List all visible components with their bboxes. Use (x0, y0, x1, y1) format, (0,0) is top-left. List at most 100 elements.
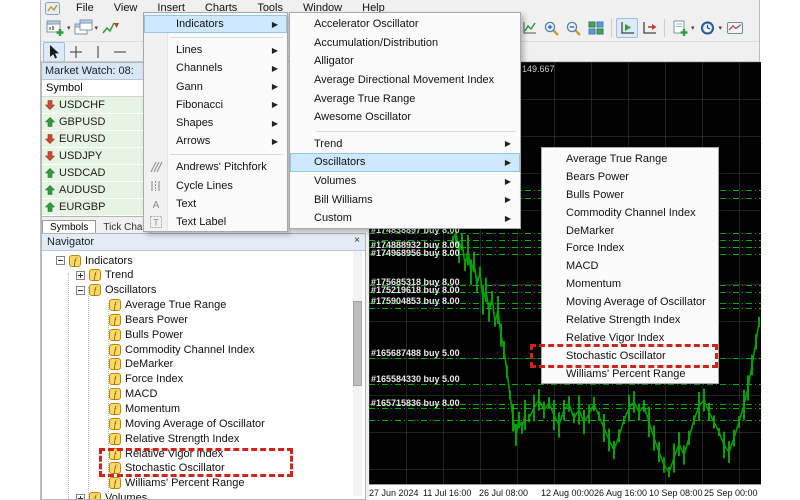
navigator-title-label: Navigator (47, 236, 94, 248)
menu-item-label: Bears Power (566, 171, 629, 183)
tree-item-williams-percent-range[interactable]: fWilliams' Percent Range (96, 476, 244, 491)
templates-button[interactable] (724, 18, 746, 38)
symbol-label: EURUSD (59, 133, 105, 145)
menu-item-fibonacci[interactable]: Fibonacci▶ (144, 96, 287, 114)
tree-item-oscillators[interactable]: fOscillators (76, 283, 156, 298)
menu-item-bears-power[interactable]: Bears Power (542, 168, 718, 186)
menu-item-moving-average-of-oscillator[interactable]: Moving Average of Oscillator (542, 293, 718, 311)
tree-item-trend[interactable]: fTrend (76, 268, 133, 283)
f-icon: f (109, 388, 121, 400)
symbol-row-audusd[interactable]: AUDUSD (42, 182, 150, 199)
symbol-row-eurgbp[interactable]: EURGBP (42, 199, 150, 216)
tree-item-force-index[interactable]: fForce Index (96, 372, 183, 387)
zoom-out-button[interactable] (563, 18, 585, 38)
menu-item-average-true-range[interactable]: Average True Range (290, 89, 520, 108)
tile-windows-button[interactable] (585, 18, 607, 38)
menu-item-custom[interactable]: Custom▶ (290, 209, 520, 228)
menu-item-macd[interactable]: MACD (542, 257, 718, 275)
menu-item-accumulation-distribution[interactable]: Accumulation/Distribution (290, 34, 520, 53)
menu-item-awesome-oscillator[interactable]: Awesome Oscillator (290, 108, 520, 127)
menu-item-average-true-range[interactable]: Average True Range (542, 150, 718, 168)
zoom-in-button[interactable] (541, 18, 563, 38)
menu-item-lines[interactable]: Lines▶ (144, 41, 287, 59)
menu-item-demarker[interactable]: DeMarker (542, 222, 718, 240)
dropdown-caret-icon[interactable]: ▾ (95, 24, 99, 32)
tree-item-macd[interactable]: fMACD (96, 387, 157, 402)
scrollbar-thumb[interactable] (353, 301, 362, 386)
dropdown-caret-icon[interactable]: ▾ (67, 24, 71, 32)
menubar-item-view[interactable]: View (104, 1, 148, 15)
tick-chart-button[interactable] (100, 18, 122, 38)
symbol-row-eurusd[interactable]: EURUSD (42, 131, 150, 148)
menu-item-volumes[interactable]: Volumes▶ (290, 172, 520, 191)
tab-symbols[interactable]: Symbols (42, 220, 96, 234)
menu-item-commodity-channel-index[interactable]: Commodity Channel Index (542, 204, 718, 222)
tree-item-relative-strength-index[interactable]: fRelative Strength Index (96, 431, 239, 446)
menu-item-arrows[interactable]: Arrows▶ (144, 132, 287, 150)
tree-item-moving-average-of-oscillator[interactable]: fMoving Average of Oscillator (96, 416, 265, 431)
f-icon: f (109, 314, 121, 326)
symbol-row-usdchf[interactable]: USDCHF (42, 97, 150, 114)
cursor-button[interactable] (43, 42, 65, 62)
menu-item-label: Bulls Power (566, 189, 624, 201)
market-watch-title: Market Watch: 08: (42, 63, 150, 80)
auto-scroll-button[interactable] (616, 18, 638, 38)
menu-item-channels[interactable]: Channels▶ (144, 59, 287, 77)
profiles-button[interactable] (73, 18, 95, 38)
tree-item-momentum[interactable]: fMomentum (96, 402, 180, 417)
svg-text:A: A (153, 200, 160, 211)
tree-guide-line (68, 273, 69, 499)
minus-box-icon[interactable] (56, 256, 65, 265)
menu-item-text-label[interactable]: TText Label (144, 213, 287, 231)
menu-item-shapes[interactable]: Shapes▶ (144, 114, 287, 132)
tree-item-demarker[interactable]: fDeMarker (96, 357, 173, 372)
vertical-line-button[interactable] (87, 42, 109, 62)
timeframes-button[interactable] (697, 18, 719, 38)
dropdown-caret-icon[interactable]: ▾ (691, 24, 695, 32)
down-arrow-icon (45, 134, 55, 144)
menubar-item-file[interactable]: File (66, 1, 104, 15)
menu-item-alligator[interactable]: Alligator (290, 52, 520, 71)
navigator-scrollbar[interactable] (353, 251, 362, 496)
new-template-button[interactable] (669, 18, 691, 38)
menu-item-accelerator-oscillator[interactable]: Accelerator Oscillator (290, 15, 520, 34)
tree-item-average-true-range[interactable]: fAverage True Range (96, 298, 226, 313)
menu-item-bulls-power[interactable]: Bulls Power (542, 186, 718, 204)
menu-item-label: MACD (566, 260, 598, 272)
menu-item-indicators[interactable]: Indicators▶ (144, 15, 287, 33)
menu-item-cycle-lines[interactable]: Cycle Lines (144, 177, 287, 195)
menu-item-trend[interactable]: Trend▶ (290, 135, 520, 154)
plus-box-icon[interactable] (76, 271, 85, 280)
tree-item-bulls-power[interactable]: fBulls Power (96, 327, 183, 342)
toolbar-separator (664, 19, 665, 37)
menu-item-average-directional-movement-index[interactable]: Average Directional Movement Index (290, 71, 520, 90)
tree-item-volumes[interactable]: fVolumes (76, 491, 147, 499)
crosshair-button[interactable] (65, 42, 87, 62)
menu-item-force-index[interactable]: Force Index (542, 239, 718, 257)
tree-item-commodity-channel-index[interactable]: fCommodity Channel Index (96, 342, 255, 357)
time-axis-label: 25 Sep 00:00 (704, 488, 758, 498)
indicator-line-button[interactable] (519, 18, 541, 38)
f-icon: f (89, 269, 101, 281)
menu-item-momentum[interactable]: Momentum (542, 275, 718, 293)
menu-item-oscillators[interactable]: Oscillators▶ (290, 153, 520, 172)
tree-item-bears-power[interactable]: fBears Power (96, 312, 188, 327)
menu-item-relative-strength-index[interactable]: Relative Strength Index (542, 311, 718, 329)
dropdown-caret-icon[interactable]: ▾ (719, 24, 723, 32)
menu-item-bill-williams[interactable]: Bill Williams▶ (290, 190, 520, 209)
tree-item-indicators[interactable]: fIndicators (56, 253, 133, 268)
symbol-row-usdcad[interactable]: USDCAD (42, 165, 150, 182)
menu-separator (290, 127, 520, 135)
menu-item-andrews-pitchfork[interactable]: Andrews' Pitchfork (144, 158, 287, 176)
plus-box-icon[interactable] (76, 494, 85, 499)
new-chart-button[interactable] (45, 18, 67, 38)
close-icon[interactable]: × (354, 235, 360, 246)
horizontal-line-button[interactable] (109, 42, 131, 62)
order-line (369, 384, 761, 385)
symbol-row-gbpusd[interactable]: GBPUSD (42, 114, 150, 131)
chart-shift-button[interactable] (638, 18, 660, 38)
symbol-row-usdjpy[interactable]: USDJPY (42, 148, 150, 165)
menu-item-text[interactable]: AText (144, 195, 287, 213)
menu-item-gann[interactable]: Gann▶ (144, 78, 287, 96)
minus-box-icon[interactable] (76, 286, 85, 295)
